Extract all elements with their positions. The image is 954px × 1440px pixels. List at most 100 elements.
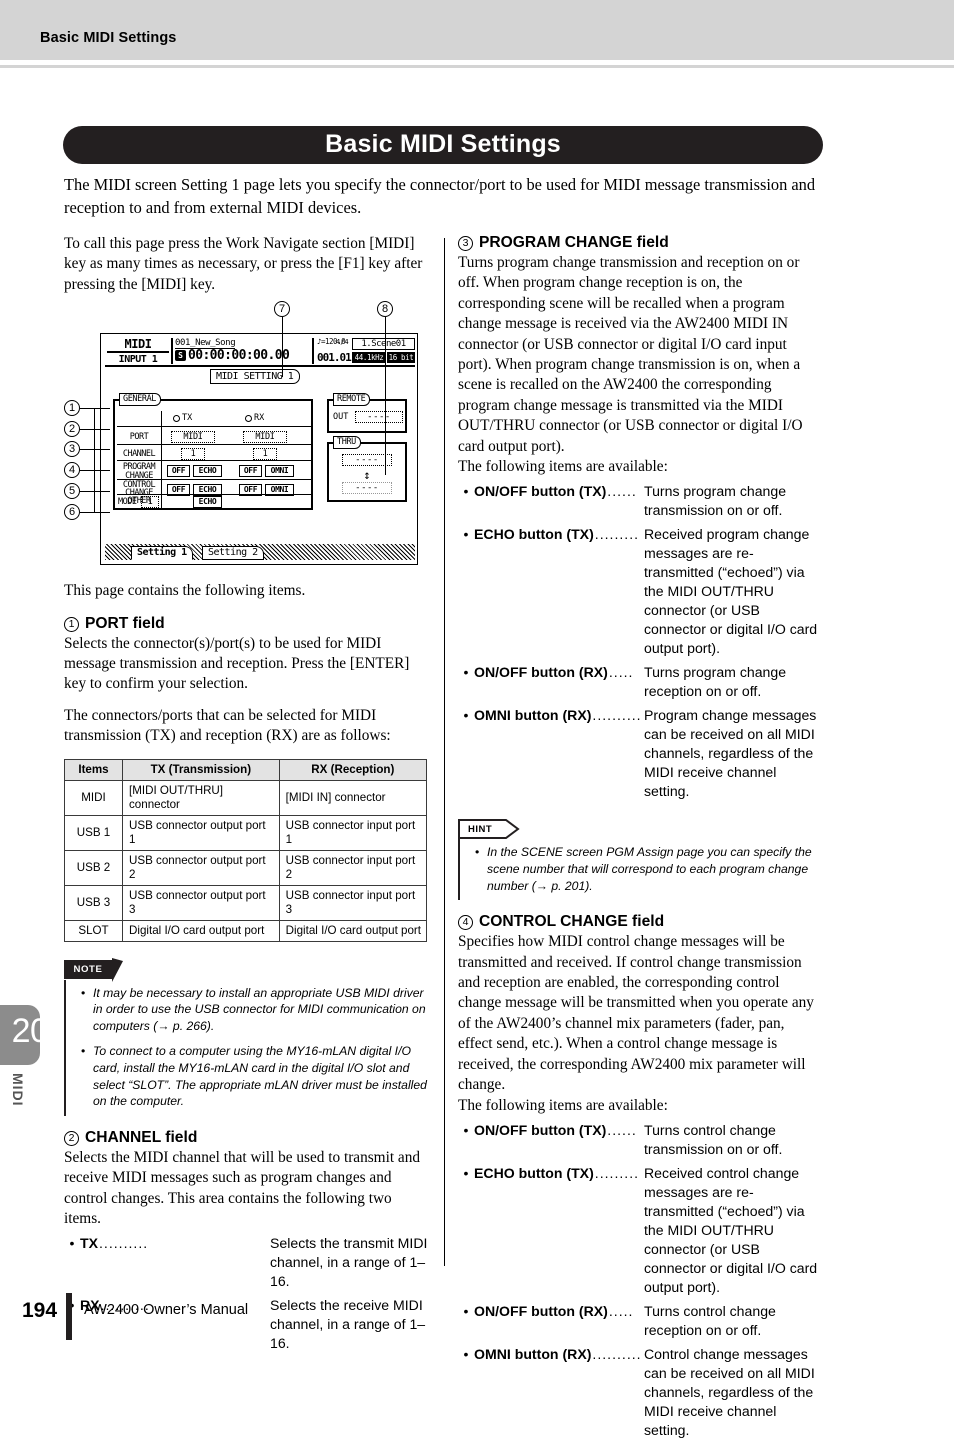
cell-rx: USB connector input port 3 (278, 884, 428, 921)
lcd-pc-rx-onoff-button[interactable]: OFF (239, 465, 262, 478)
section-heading-port: 1 PORT field (64, 615, 432, 633)
general-hr-2 (117, 444, 311, 446)
lcd-tab-setting-2[interactable]: Setting 2 (202, 546, 264, 561)
program-change-paragraph-2: The following items are available: (458, 458, 668, 476)
lcd-tab-setting-1[interactable]: Setting 1 (131, 546, 193, 561)
leader-line-4 (80, 470, 110, 472)
lcd-row-label-port: PORT (129, 432, 149, 443)
lcd-separator-1 (171, 338, 173, 365)
figure-callout-8: 8 (377, 301, 393, 318)
lcd-channel-rx-value[interactable]: 1 (253, 448, 277, 461)
hint-item: In the SCENE screen PGM Assign page you … (474, 844, 822, 894)
bullet-definition: Selects the transmit MIDI channel, in a … (270, 1235, 428, 1290)
table-row: USB 3 USB connector output port 3 USB co… (64, 884, 428, 921)
lcd-pc-tx-echo-button[interactable]: ECHO (193, 465, 222, 478)
cell-item: USB 3 (64, 884, 123, 921)
leader-line-2 (80, 429, 110, 431)
lcd-bit-depth: 16 bit (387, 352, 415, 364)
footer-page-number: 194 (22, 1299, 58, 1322)
section-heading-control-change: 4 CONTROL CHANGE field (458, 913, 822, 931)
note-flap-icon (112, 957, 123, 982)
radio-tx-icon (173, 414, 180, 422)
lcd-other-echo-button[interactable]: ECHO (193, 496, 222, 509)
control-change-bullet-list: • ON/OFF button (TX) ...... Turns contro… (458, 1121, 822, 1440)
bullet-definition: Received control change messages are re-… (644, 1164, 818, 1295)
lcd-channel-tx-value[interactable]: 1 (181, 448, 205, 461)
bullet-icon: • (463, 1345, 469, 1362)
lcd-general-panel: GENERAL TX RX PORT MIDI MIDI CHANNEL 1 1… (113, 393, 313, 511)
lcd-col-header-tx-label: TX (182, 413, 193, 424)
section-title-channel: CHANNEL field (85, 1128, 198, 1146)
lcd-pc-rx-omni-button[interactable]: OMNI (265, 465, 294, 478)
lcd-page-title: MIDI SETTING 1 (210, 369, 301, 385)
section-title-control-change: CONTROL CHANGE field (479, 913, 665, 931)
cell-rx: USB connector input port 1 (278, 814, 428, 851)
bullet-term: TX (80, 1235, 99, 1252)
timecode-source-badge: S (175, 350, 186, 362)
lcd-tab-strip: Setting 1 Setting 2 (105, 544, 415, 561)
cell-rx: Digital I/O card output port (278, 919, 428, 942)
table-row: USB 2 USB connector output port 2 USB co… (64, 849, 428, 886)
list-item: • TX .......... Selects the transmit MID… (64, 1234, 432, 1291)
figure-callout-2: 2 (64, 421, 80, 438)
lcd-col-header-rx: RX (245, 413, 264, 423)
footer-rule (66, 1293, 72, 1340)
lcd-bar-position: 001.01 (317, 351, 352, 365)
table-header-row: Items TX (Transmission) RX (Reception) (64, 758, 428, 781)
chapter-number: 20 (11, 1012, 49, 1050)
bullet-term: ECHO button (TX) (474, 526, 594, 543)
lcd-col-header-rx-label: RX (254, 413, 265, 424)
lcd-row-label-other: OTHER (127, 496, 151, 507)
lcd-mode-input: INPUT 1 (118, 354, 158, 366)
bullet-icon: • (69, 1235, 75, 1252)
bullet-term: ON/OFF button (TX) (474, 1121, 607, 1138)
cell-tx: Digital I/O card output port (122, 919, 280, 942)
table-header-tx: TX (Transmission) (122, 758, 280, 781)
port-paragraph-2: The connectors/ports that can be selecte… (64, 706, 391, 745)
cell-item: USB 1 (64, 814, 123, 851)
table-row: MIDI [MIDI OUT/THRU] connector [MIDI IN]… (64, 779, 428, 816)
note-item: It may be necessary to install an approp… (80, 985, 432, 1035)
remote-out-label: OUT (333, 412, 349, 423)
list-item: • ECHO button (TX) ......... Received co… (458, 1164, 822, 1297)
leader-line-7 (282, 317, 283, 378)
bullet-definition: Received program change messages are re-… (644, 526, 818, 657)
footer-manual-title: AW2400 Owner’s Manual (84, 1302, 249, 1318)
page-title: Basic MIDI Settings (63, 126, 823, 164)
general-hr-3 (117, 460, 311, 462)
general-hr-1 (117, 426, 311, 428)
section-number-4: 4 (458, 915, 473, 931)
section-title-port: PORT field (85, 614, 165, 632)
list-item: • ON/OFF button (TX) ...... Turns contro… (458, 1121, 822, 1159)
lcd-row-label-channel: CHANNEL (122, 449, 156, 460)
bullet-icon: • (463, 1164, 469, 1181)
leader-line-8 (385, 317, 386, 476)
lcd-port-tx-value[interactable]: MIDI (171, 431, 215, 444)
section-number-2: 2 (64, 1130, 79, 1146)
left-column: To call this page press the Work Navigat… (64, 234, 432, 1353)
thru-link-arrow-icon: ↕ (363, 468, 371, 483)
section-heading-channel: 2 CHANNEL field (64, 1129, 432, 1147)
lcd-pc-tx-onoff-button[interactable]: OFF (167, 465, 190, 478)
timecode-digits: 00:00:00:00.00 (188, 348, 290, 364)
table-row: SLOT Digital I/O card output port Digita… (64, 919, 428, 942)
lcd-port-rx-value[interactable]: MIDI (243, 431, 287, 444)
leader-line-5 (80, 491, 110, 493)
bullet-leader: .......... (99, 1235, 149, 1252)
header-rule-secondary (0, 65, 954, 68)
remote-out-value[interactable]: ---- (355, 411, 403, 424)
bullet-leader: ..... (608, 664, 634, 681)
section-title-program-change: PROGRAM CHANGE field (479, 234, 669, 251)
program-change-paragraph-1: Turns program change transmission and re… (458, 254, 803, 455)
lcd-thru-panel: THRU ---- ↕ ---- (327, 436, 407, 503)
note-tag: NOTE (64, 959, 112, 979)
list-item: • ON/OFF button (TX) ...... Turns progra… (458, 482, 822, 520)
bullet-definition: Turns program change transmission on or … (644, 483, 787, 519)
lcd-screen: MIDI INPUT 1 001_New_Song S 00:00:00:00.… (100, 333, 418, 566)
leader-line-6 (80, 512, 110, 514)
bullet-term: ON/OFF button (RX) (474, 664, 608, 681)
bullet-icon: • (463, 1121, 469, 1138)
thru-dest-value[interactable]: ---- (342, 482, 392, 495)
cell-tx: USB connector output port 3 (122, 884, 280, 921)
section-number-3: 3 (458, 236, 473, 251)
